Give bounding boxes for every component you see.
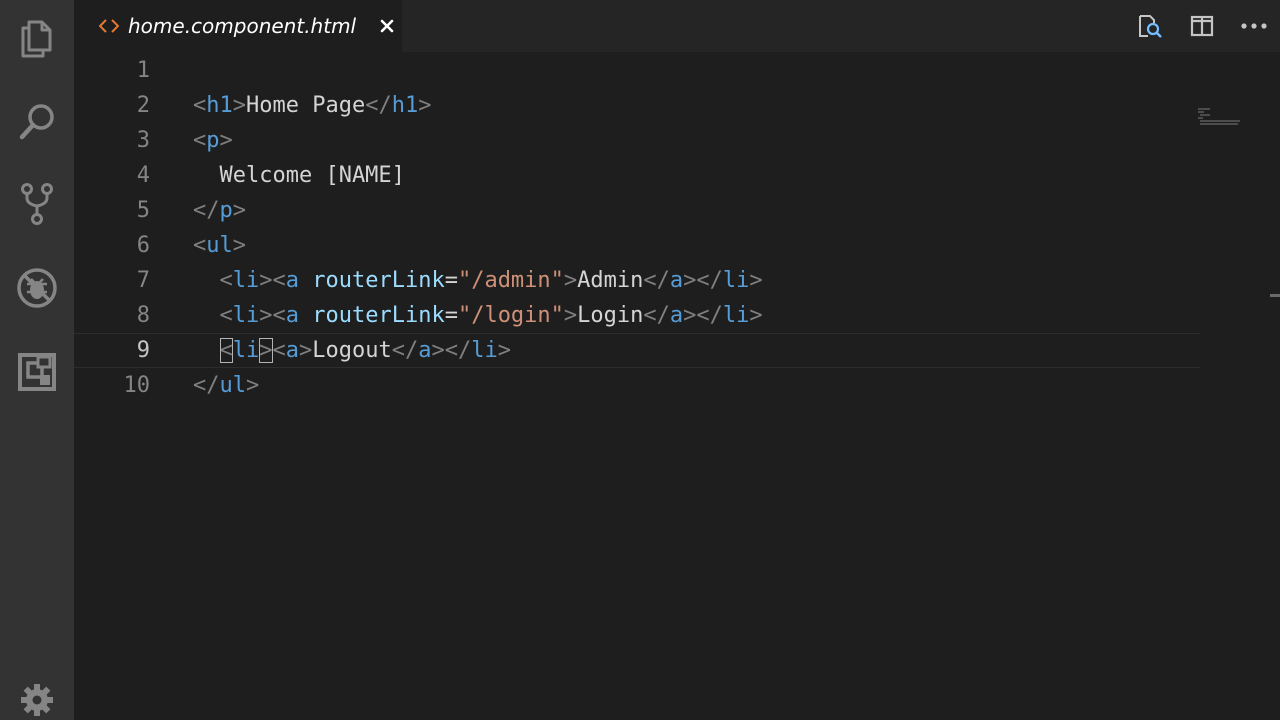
- debug-icon: [16, 267, 58, 309]
- code-line-4: 4 Welcome [NAME]: [74, 158, 1200, 193]
- line-code: <li><a>Logout</a></li>: [219, 338, 511, 363]
- open-preview-icon[interactable]: [1124, 0, 1176, 52]
- line-code: <h1>Home Page</h1>: [193, 93, 432, 118]
- line-number: 3: [136, 128, 150, 153]
- scrollbar-thumb[interactable]: [1270, 294, 1280, 297]
- extensions-icon: [17, 352, 57, 392]
- explorer-button[interactable]: [0, 8, 74, 68]
- line-code: <ul>: [193, 233, 246, 258]
- line-code: Welcome [NAME]: [193, 163, 405, 188]
- line-number: 2: [136, 93, 150, 118]
- files-icon: [19, 18, 55, 58]
- line-number: 9: [136, 338, 150, 363]
- ellipsis-icon[interactable]: [1228, 0, 1280, 52]
- tab-strip: home.component.html: [74, 0, 1280, 52]
- line-number: 4: [136, 163, 150, 188]
- code-line-10: 10 </ul>: [74, 368, 1200, 403]
- code-line-9: 9 <li><a>Logout</a></li>: [74, 333, 1200, 368]
- line-code: <p>: [193, 128, 233, 153]
- code-brackets-icon: [98, 15, 120, 37]
- line-code: <li><a routerLink="/admin">Admin</a></li…: [219, 268, 763, 293]
- line-number: 7: [136, 268, 150, 293]
- line-number: 8: [136, 303, 150, 328]
- extensions-button[interactable]: [0, 342, 74, 402]
- code-line-2: 2 <h1>Home Page</h1>: [74, 88, 1200, 123]
- line-number: 5: [136, 198, 150, 223]
- line-code: <li><a routerLink="/login">Login</a></li…: [219, 303, 763, 328]
- code-line-5: 5 </p>: [74, 193, 1200, 228]
- close-icon[interactable]: [376, 15, 398, 37]
- settings-button[interactable]: [0, 670, 74, 720]
- source-control-icon: [19, 182, 55, 226]
- search-button[interactable]: [0, 92, 74, 152]
- source-control-button[interactable]: [0, 174, 74, 234]
- matched-bracket: <: [219, 338, 233, 363]
- line-number: 1: [136, 58, 150, 83]
- code-line-1: 1: [74, 53, 1200, 88]
- gear-icon: [20, 683, 54, 717]
- code-editor[interactable]: 1 2 <h1>Home Page</h1> 3 <p> 4 Welcome […: [74, 52, 1280, 720]
- debug-button[interactable]: [0, 258, 74, 318]
- line-code: </ul>: [193, 373, 260, 398]
- activity-bar: [0, 0, 74, 720]
- code-line-7: 7 <li><a routerLink="/admin">Admin</a></…: [74, 263, 1200, 298]
- search-icon: [17, 102, 57, 142]
- line-number: 10: [123, 373, 151, 398]
- matched-bracket: >: [259, 338, 273, 363]
- split-editor-icon[interactable]: [1176, 0, 1228, 52]
- tab-home-component-html[interactable]: home.component.html: [74, 0, 402, 52]
- line-number: 6: [136, 233, 150, 258]
- code-line-8: 8 <li><a routerLink="/login">Login</a></…: [74, 298, 1200, 333]
- editor-actions: [1124, 0, 1280, 52]
- minimap[interactable]: [1198, 106, 1244, 130]
- code-line-3: 3 <p>: [74, 123, 1200, 158]
- line-code: </p>: [193, 198, 246, 223]
- code-line-6: 6 <ul>: [74, 228, 1200, 263]
- tab-title: home.component.html: [128, 14, 357, 38]
